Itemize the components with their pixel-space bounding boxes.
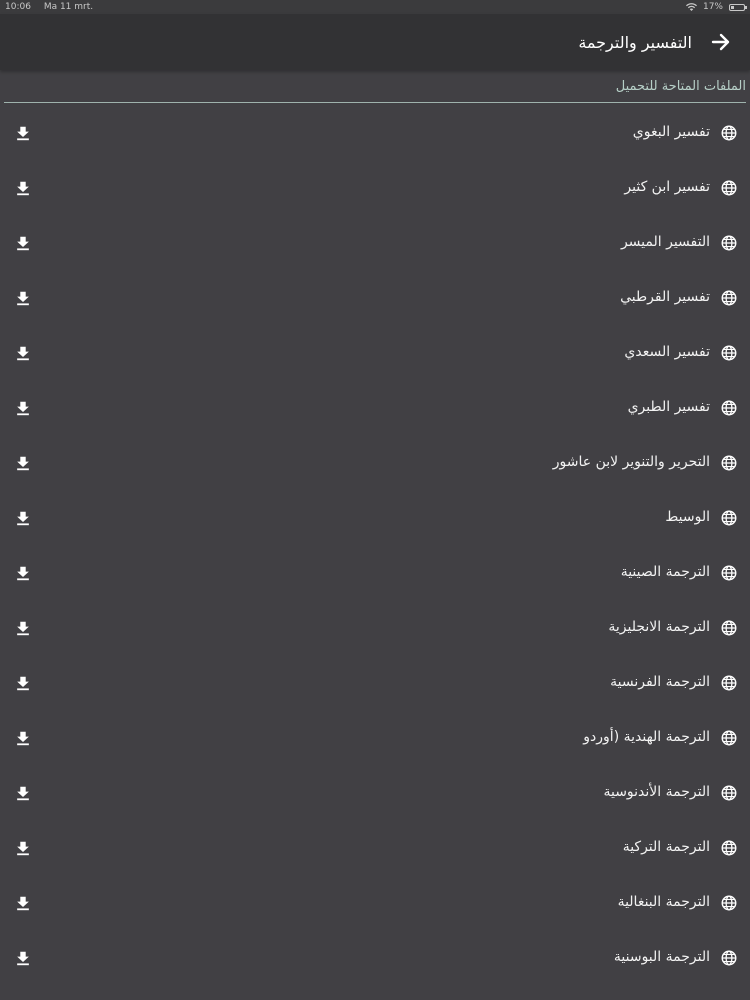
list-item[interactable]: الترجمة البوسنية	[0, 930, 750, 985]
download-icon[interactable]	[14, 124, 32, 142]
globe-icon	[721, 455, 737, 471]
wifi-icon	[685, 3, 697, 11]
list-item-label: الترجمة التركية	[622, 839, 710, 855]
globe-icon	[721, 290, 737, 306]
download-icon[interactable]	[14, 894, 32, 912]
list-item[interactable]: تفسير السعدي	[0, 325, 750, 380]
globe-icon	[721, 180, 737, 196]
list-item[interactable]: الترجمة الصينية	[0, 545, 750, 600]
download-list: تفسير البغوي تفسير ابن كثير التفسير المي…	[0, 105, 750, 985]
app-bar: التفسير والترجمة	[0, 14, 750, 70]
list-item[interactable]: الوسيط	[0, 490, 750, 545]
list-item[interactable]: الترجمة الفرنسية	[0, 655, 750, 710]
list-item-label: تفسير القرطبي	[620, 289, 710, 305]
page-title: التفسير والترجمة	[578, 32, 692, 52]
download-icon[interactable]	[14, 454, 32, 472]
download-icon[interactable]	[14, 619, 32, 637]
globe-icon	[721, 675, 737, 691]
battery-percent: 17%	[702, 2, 723, 12]
list-item[interactable]: الترجمة التركية	[0, 820, 750, 875]
battery-icon	[729, 3, 747, 11]
list-item[interactable]: تفسير القرطبي	[0, 270, 750, 325]
globe-icon	[721, 345, 737, 361]
section-title: الملفات المتاحة للتحميل	[4, 76, 746, 103]
status-time: 10:06	[5, 2, 31, 12]
list-item-label: التحرير والتنوير لابن عاشور	[552, 454, 710, 470]
globe-icon	[721, 565, 737, 581]
download-icon[interactable]	[14, 234, 32, 252]
list-item-label: الترجمة الهندية (أوردو	[583, 729, 710, 745]
list-item-label: الترجمة البنغالية	[617, 894, 710, 910]
download-icon[interactable]	[14, 344, 32, 362]
download-icon[interactable]	[14, 509, 32, 527]
list-item-label: الوسيط	[665, 509, 710, 525]
download-icon[interactable]	[14, 729, 32, 747]
status-date: Ma 11 mrt.	[43, 2, 94, 12]
globe-icon	[721, 785, 737, 801]
back-button[interactable]	[706, 27, 736, 57]
list-item[interactable]: التحرير والتنوير لابن عاشور	[0, 435, 750, 490]
status-left: 10:06 Ma 11 mrt.	[5, 2, 103, 12]
list-item-label: التفسير الميسر	[620, 234, 710, 250]
download-icon[interactable]	[14, 784, 32, 802]
list-item-label: تفسير السعدي	[624, 344, 710, 360]
list-item-label: الترجمة الانجليزية	[608, 619, 710, 635]
list-item-label: تفسير ابن كثير	[624, 179, 710, 195]
globe-icon	[721, 730, 737, 746]
download-icon[interactable]	[14, 399, 32, 417]
globe-icon	[721, 400, 737, 416]
status-right: 17%	[685, 2, 747, 12]
list-item-label: الترجمة البوسنية	[613, 949, 710, 965]
globe-icon	[721, 895, 737, 911]
download-icon[interactable]	[14, 289, 32, 307]
list-item[interactable]: الترجمة الأندنوسية	[0, 765, 750, 820]
globe-icon	[721, 620, 737, 636]
download-icon[interactable]	[14, 674, 32, 692]
download-icon[interactable]	[14, 839, 32, 857]
download-icon[interactable]	[14, 179, 32, 197]
list-item[interactable]: الترجمة الانجليزية	[0, 600, 750, 655]
download-icon[interactable]	[14, 949, 32, 967]
list-item-label: الترجمة الفرنسية	[610, 674, 710, 690]
globe-icon	[721, 235, 737, 251]
download-icon[interactable]	[14, 564, 32, 582]
globe-icon	[721, 950, 737, 966]
list-item-label: تفسير البغوي	[632, 124, 710, 140]
globe-icon	[721, 510, 737, 526]
list-item[interactable]: تفسير الطبري	[0, 380, 750, 435]
arrow-right-icon	[711, 33, 730, 51]
list-item-label: الترجمة الأندنوسية	[603, 784, 710, 800]
list-item[interactable]: الترجمة الهندية (أوردو	[0, 710, 750, 765]
list-item[interactable]: الترجمة البنغالية	[0, 875, 750, 930]
list-item[interactable]: تفسير ابن كثير	[0, 160, 750, 215]
list-item[interactable]: التفسير الميسر	[0, 215, 750, 270]
globe-icon	[721, 840, 737, 856]
list-item-label: الترجمة الصينية	[620, 564, 710, 580]
list-item-label: تفسير الطبري	[627, 399, 710, 415]
list-item[interactable]: تفسير البغوي	[0, 105, 750, 160]
status-bar: 10:06 Ma 11 mrt. 17%	[0, 0, 750, 14]
globe-icon	[721, 125, 737, 141]
